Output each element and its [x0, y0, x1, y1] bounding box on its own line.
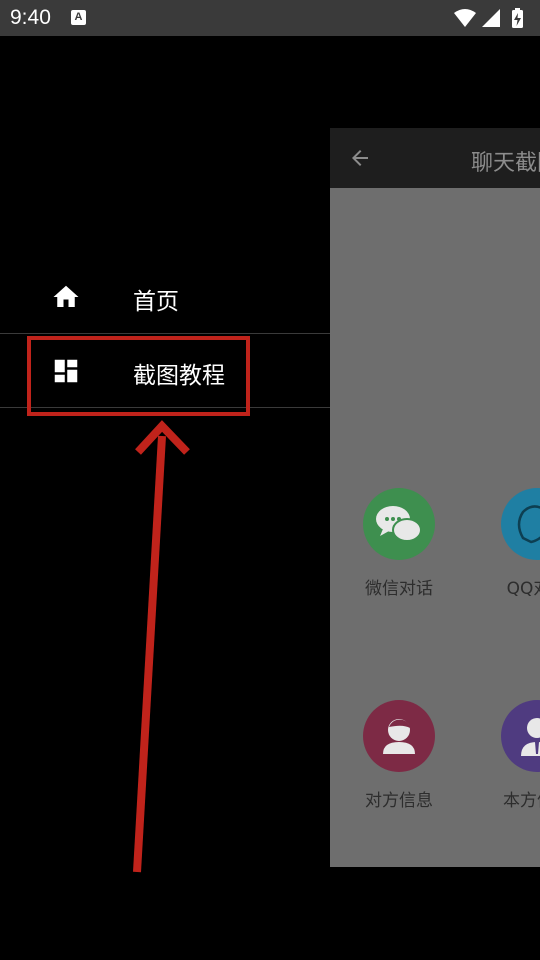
- feature-my-info[interactable]: 本方信息: [482, 700, 540, 811]
- feature-qq-chat[interactable]: QQ对话: [482, 488, 540, 599]
- feature-contact-info[interactable]: 对方信息: [344, 700, 454, 811]
- app-toolbar: 聊天截图: [330, 128, 540, 188]
- feature-label: 对方信息: [365, 791, 433, 811]
- wechat-chat-icon: [363, 488, 435, 560]
- drawer-item-label: 首页: [133, 289, 179, 315]
- status-bar: 9:40 A: [0, 0, 540, 36]
- feature-wechat-chat[interactable]: 微信对话: [344, 488, 454, 599]
- status-icons: [454, 8, 523, 28]
- home-icon: [53, 285, 79, 307]
- feature-label: 本方信息: [503, 791, 540, 811]
- background-app-panel: 聊天截图 微信对话 QQ对话: [330, 128, 540, 867]
- cell-signal-icon: [482, 9, 500, 27]
- feature-label: 微信对话: [365, 579, 433, 599]
- app-title: 聊天截图: [471, 151, 540, 176]
- contact-info-icon: [363, 700, 435, 772]
- feature-label: QQ对话: [506, 579, 540, 599]
- back-arrow-icon[interactable]: [348, 146, 372, 170]
- battery-charging-icon: [512, 8, 523, 28]
- annotation-highlight-box: [27, 336, 250, 416]
- qq-chat-icon: [501, 488, 540, 560]
- wifi-icon: [454, 9, 476, 27]
- drawer-item-home[interactable]: 首页: [0, 260, 330, 334]
- status-time: 9:40: [10, 6, 51, 29]
- notification-a-icon: A: [71, 10, 86, 25]
- my-info-icon: [501, 700, 540, 772]
